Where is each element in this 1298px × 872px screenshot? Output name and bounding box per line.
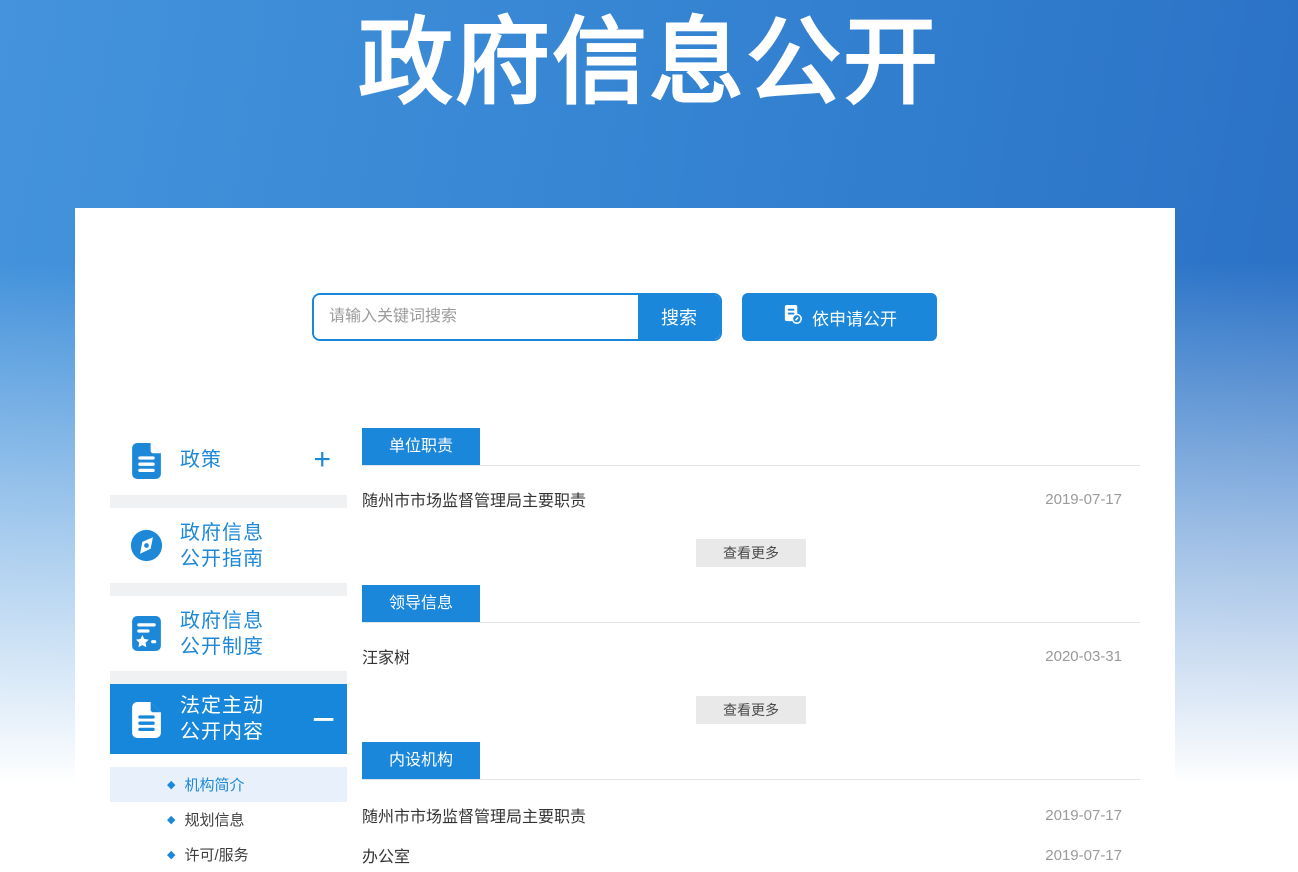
article-link[interactable]: 随州市市场监督管理局主要职责	[362, 487, 586, 511]
page-background: 政府信息公开 搜索 依申请公开	[0, 0, 1298, 872]
sidebar-item-statutory-disclosure[interactable]: 法定主动 公开内容 −	[110, 684, 347, 754]
section-leadership-info: 领导信息 汪家树 2020-03-31 查看更多	[362, 585, 1140, 724]
article-link[interactable]: 随州市市场监督管理局主要职责	[362, 803, 586, 827]
list-item: 汪家树 2020-03-31	[362, 631, 1140, 681]
sidebar-item-label: 政策	[180, 447, 222, 473]
view-more-button[interactable]: 查看更多	[696, 539, 806, 567]
section-unit-duties: 单位职责 随州市市场监督管理局主要职责 2019-07-17 查看更多	[362, 428, 1140, 567]
section-header: 领导信息	[362, 585, 1140, 623]
document-icon	[130, 442, 163, 479]
more-wrap: 查看更多	[362, 696, 1140, 724]
apply-button-label: 依申请公开	[812, 305, 897, 330]
more-wrap: 查看更多	[362, 539, 1140, 567]
page-title: 政府信息公开	[0, 0, 1298, 120]
list-item: 办公室 2019-07-17	[362, 835, 1140, 872]
sidebar: 政策 + 政府信息 公开指南	[110, 425, 347, 872]
section-header: 内设机构	[362, 742, 1140, 780]
section-rows: 随州市市场监督管理局主要职责 2019-07-17	[362, 466, 1140, 524]
diamond-bullet-icon: ◆	[167, 778, 175, 791]
section-rows: 汪家树 2020-03-31	[362, 623, 1140, 681]
article-date: 2019-07-17	[1045, 807, 1140, 824]
compass-icon	[130, 527, 163, 564]
sidebar-item-label: 政府信息 公开指南	[180, 520, 264, 572]
sidebar-submenu: ◆ 机构简介 ◆ 规划信息 ◆ 许可/服务	[110, 754, 347, 872]
sidebar-nav-group: 政策 + 政府信息 公开指南	[110, 425, 347, 754]
submenu-item-label: 机构简介	[184, 774, 244, 795]
submenu-item-label: 规划信息	[184, 809, 244, 830]
diamond-bullet-icon: ◆	[167, 848, 175, 861]
article-link[interactable]: 汪家树	[362, 644, 410, 668]
search-row: 搜索 依申请公开	[312, 293, 1175, 341]
section-tab: 领导信息	[362, 585, 480, 622]
section-internal-orgs: 内设机构 随州市市场监督管理局主要职责 2019-07-17 办公室 2019-…	[362, 742, 1140, 872]
submenu-item-org-profile[interactable]: ◆ 机构简介	[110, 767, 347, 802]
submenu-item-label: 许可/服务	[184, 844, 248, 865]
search-button[interactable]: 搜索	[638, 295, 720, 339]
sidebar-item-disclosure-system[interactable]: 政府信息 公开制度	[110, 596, 347, 671]
sidebar-item-label: 政府信息 公开制度	[180, 608, 264, 660]
submenu-item-planning-info[interactable]: ◆ 规划信息	[110, 802, 347, 837]
search-input[interactable]	[314, 295, 638, 339]
sidebar-item-policy[interactable]: 政策 +	[110, 425, 347, 495]
submenu-item-license-service[interactable]: ◆ 许可/服务	[110, 837, 347, 872]
sidebar-item-disclosure-guide[interactable]: 政府信息 公开指南	[110, 508, 347, 583]
collapse-minus-icon[interactable]: −	[312, 706, 335, 732]
article-date: 2019-07-17	[1045, 491, 1140, 508]
expand-plus-icon[interactable]: +	[313, 445, 331, 475]
section-tab: 单位职责	[362, 428, 480, 465]
diamond-bullet-icon: ◆	[167, 813, 175, 826]
article-link[interactable]: 办公室	[362, 843, 410, 867]
sidebar-item-label: 法定主动 公开内容	[180, 693, 264, 745]
view-more-button[interactable]: 查看更多	[696, 696, 806, 724]
body-row: 政策 + 政府信息 公开指南	[75, 425, 1175, 872]
list-item: 随州市市场监督管理局主要职责 2019-07-17	[362, 474, 1140, 524]
form-apply-icon	[782, 304, 803, 330]
document-icon	[130, 701, 163, 738]
content-area: 单位职责 随州市市场监督管理局主要职责 2019-07-17 查看更多 领	[362, 425, 1140, 872]
apply-for-disclosure-button[interactable]: 依申请公开	[742, 293, 937, 341]
section-rows: 随州市市场监督管理局主要职责 2019-07-17 办公室 2019-07-17	[362, 780, 1140, 872]
article-date: 2020-03-31	[1045, 648, 1140, 665]
article-date: 2019-07-17	[1045, 847, 1140, 864]
list-item: 随州市市场监督管理局主要职责 2019-07-17	[362, 795, 1140, 835]
main-card: 搜索 依申请公开	[75, 208, 1175, 872]
section-tab: 内设机构	[362, 742, 480, 779]
document-star-icon	[130, 615, 163, 652]
search-box: 搜索	[312, 293, 722, 341]
section-header: 单位职责	[362, 428, 1140, 466]
